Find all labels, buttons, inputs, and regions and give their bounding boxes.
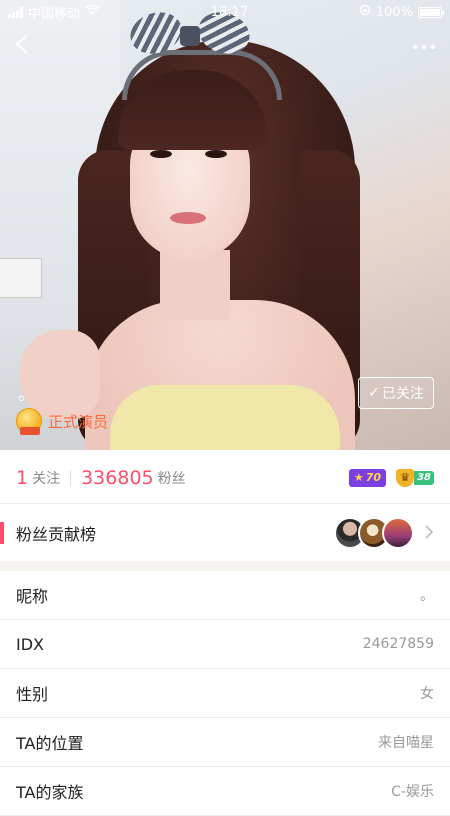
official-actor-label: 正式演员 <box>48 412 109 431</box>
star-level-value: 70 <box>365 471 382 484</box>
section-gap <box>0 561 450 571</box>
info-row-gender: 性别 女 <box>0 669 450 718</box>
signal-icon <box>8 6 23 18</box>
info-label: 性别 <box>16 685 49 704</box>
carrier-name: 中国移动 <box>28 6 81 22</box>
crown-level-value: 38 <box>414 470 434 485</box>
info-value: 。 <box>420 588 434 604</box>
crown-icon: ♛ <box>396 468 415 487</box>
check-icon: ✓ <box>368 385 380 401</box>
photo-eye-right <box>205 150 227 158</box>
fan-contribution-title: 粉丝贡献榜 <box>16 525 97 544</box>
followed-button-label: 已关注 <box>381 386 424 402</box>
chevron-left-icon[interactable] <box>14 32 44 62</box>
info-label: IDX <box>16 634 44 654</box>
fan-contribution-row[interactable]: 粉丝贡献榜 <box>0 505 450 561</box>
info-label: TA的家族 <box>16 783 84 802</box>
profile-info-list: 昵称 。 IDX 24627859 性别 女 TA的位置 来自喵星 TA的家族 … <box>0 571 450 816</box>
status-bar: 中国移动 18:17 100% <box>0 0 450 24</box>
fans-count[interactable]: 336805 <box>81 467 154 489</box>
followed-button[interactable]: ✓ 已关注 <box>358 377 434 409</box>
wifi-icon <box>85 3 100 20</box>
info-value: 女 <box>420 686 434 702</box>
rotation-lock-icon <box>359 4 371 20</box>
following-label[interactable]: 关注 <box>32 468 60 488</box>
stats-divider <box>70 469 72 486</box>
medal-icon <box>16 408 42 435</box>
photo-wall-outlet <box>0 258 42 298</box>
info-row-nickname: 昵称 。 <box>0 571 450 620</box>
info-label: TA的位置 <box>16 734 84 753</box>
chevron-right-icon <box>424 521 434 545</box>
photo-clothing <box>110 385 340 450</box>
status-bar-left: 中国移动 <box>8 3 100 22</box>
fans-label[interactable]: 粉丝 <box>158 468 186 488</box>
info-row-family[interactable]: TA的家族 C-娱乐 <box>0 767 450 816</box>
info-row-location: TA的位置 来自喵星 <box>0 718 450 767</box>
photo-hand <box>20 330 100 420</box>
more-dots-icon[interactable] <box>406 32 436 62</box>
info-value: C-娱乐 <box>391 784 434 800</box>
info-row-idx: IDX 24627859 <box>0 620 450 669</box>
photo-eye-left <box>150 150 172 158</box>
profile-display-name: 。 <box>18 384 36 405</box>
profile-photo[interactable]: 中国移动 18:17 100% 。 ✓ 已关注 正式演员 <box>0 0 450 450</box>
level-badges: ★ 70 ♛ 38 <box>348 468 434 487</box>
info-label: 昵称 <box>16 587 49 606</box>
battery-icon <box>418 6 444 18</box>
status-time: 18:17 <box>210 4 249 20</box>
battery-percent: 100% <box>375 4 413 20</box>
following-count[interactable]: 1 <box>16 467 28 489</box>
status-bar-right: 100% <box>359 4 444 20</box>
section-accent-bar <box>0 522 4 544</box>
official-actor-badge: 正式演员 <box>16 408 109 435</box>
star-icon: ★ <box>353 471 364 484</box>
info-value: 24627859 <box>362 636 434 652</box>
avatar <box>382 517 414 549</box>
top-fans-avatars <box>334 517 414 549</box>
star-level-badge: ★ 70 <box>348 468 387 487</box>
photo-lips <box>170 212 206 224</box>
bow-knot <box>180 26 200 46</box>
photo-neck <box>160 250 230 320</box>
stats-row: 1 关注 336805 粉丝 ★ 70 ♛ 38 <box>0 452 450 504</box>
crown-level-badge: ♛ 38 <box>396 468 434 487</box>
info-value: 来自喵星 <box>378 735 434 751</box>
